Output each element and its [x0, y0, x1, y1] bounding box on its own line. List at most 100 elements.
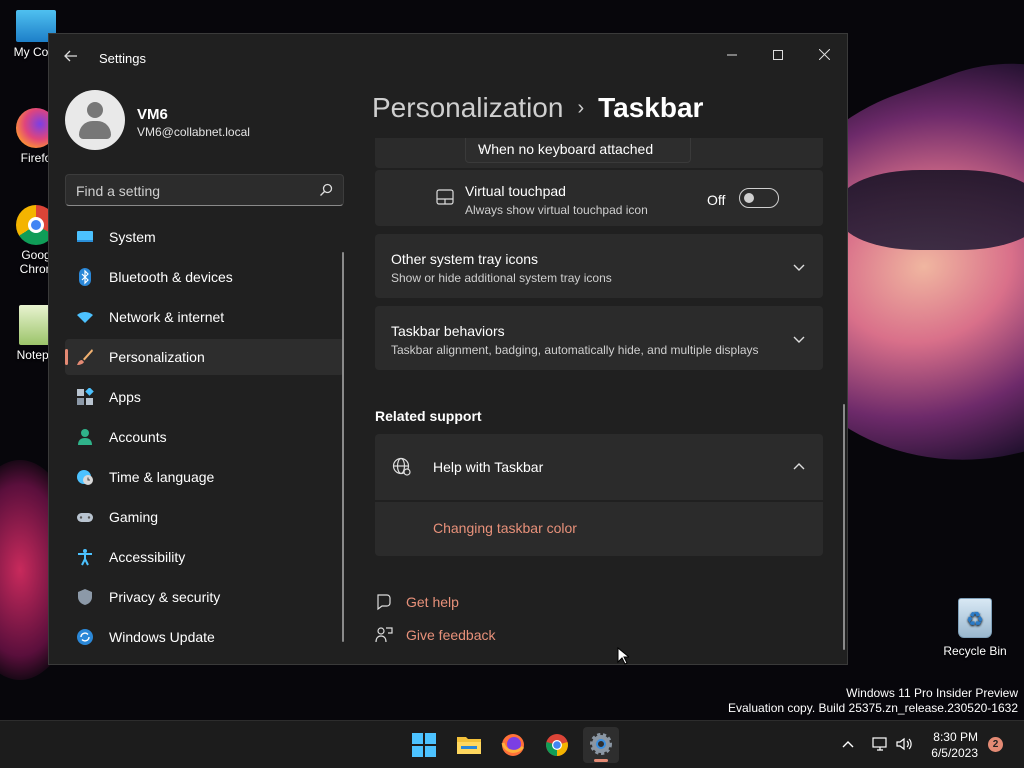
recycle-bin-icon — [958, 598, 992, 638]
sidebar-item-privacy[interactable]: Privacy & security — [65, 579, 344, 615]
other-tray-icons-card[interactable]: Other system tray icons Show or hide add… — [375, 234, 823, 298]
profile-email: VM6@collabnet.local — [137, 125, 250, 139]
system-icon — [77, 231, 93, 242]
desktop-icon-recycle-bin[interactable]: Recycle Bin — [940, 598, 1010, 658]
avatar[interactable] — [65, 90, 125, 150]
touch-keyboard-dropdown[interactable]: When no keyboard attached ⌄ — [465, 138, 691, 163]
sidebar-item-label: Network & internet — [109, 309, 225, 325]
person-icon — [78, 429, 92, 445]
network-icon[interactable] — [872, 736, 888, 752]
sidebar-scrollbar[interactable] — [342, 252, 344, 642]
sidebar-item-accounts[interactable]: Accounts — [65, 419, 344, 455]
chevron-up-icon[interactable] — [793, 461, 805, 473]
other-tray-title: Other system tray icons — [391, 251, 539, 267]
taskbar-behaviors-card[interactable]: Taskbar behaviors Taskbar alignment, bad… — [375, 306, 823, 370]
globe-clock-icon — [77, 470, 93, 485]
breadcrumb: Personalization › Taskbar — [372, 92, 703, 124]
sidebar-item-label: Gaming — [109, 509, 159, 525]
start-button[interactable] — [406, 727, 442, 763]
help-with-taskbar-body: Changing taskbar color — [375, 502, 823, 556]
sidebar-item-network[interactable]: Network & internet — [65, 299, 344, 335]
get-help-link[interactable]: Get help — [406, 594, 459, 610]
sidebar-item-personalization[interactable]: Personalization — [65, 339, 344, 375]
update-icon — [77, 629, 93, 645]
sidebar-item-label: System — [109, 229, 156, 245]
sidebar-item-accessibility[interactable]: Accessibility — [65, 539, 344, 575]
sidebar-item-label: Apps — [109, 389, 141, 405]
close-button[interactable] — [801, 40, 847, 70]
sidebar-item-bluetooth[interactable]: Bluetooth & devices — [65, 259, 344, 295]
virtual-touchpad-toggle[interactable] — [739, 188, 779, 208]
firefox-icon — [501, 734, 525, 756]
volume-icon[interactable] — [896, 736, 912, 752]
sidebar-item-label: Personalization — [109, 349, 205, 365]
changing-taskbar-color-link[interactable]: Changing taskbar color — [433, 520, 577, 536]
maximize-icon — [773, 50, 783, 60]
taskbar-settings[interactable] — [583, 727, 619, 763]
minimize-icon — [727, 54, 737, 56]
file-explorer-icon — [457, 737, 481, 754]
system-clock[interactable]: 8:30 PM 6/5/2023 — [920, 729, 978, 761]
sidebar-item-label: Accessibility — [109, 549, 186, 565]
search-icon[interactable] — [319, 183, 333, 197]
taskbar: 8:30 PM 6/5/2023 2 — [0, 720, 1024, 768]
chevron-up-icon[interactable] — [842, 739, 854, 749]
gamepad-icon — [77, 513, 93, 522]
feedback-icon — [375, 627, 393, 643]
desktop-icon-label: Firefo — [20, 151, 52, 165]
give-feedback-link[interactable]: Give feedback — [406, 627, 496, 643]
taskbar-firefox[interactable] — [495, 727, 531, 763]
toggle-state-label: Off — [707, 192, 726, 208]
minimize-button[interactable] — [709, 40, 755, 70]
taskbar-chrome[interactable] — [539, 727, 575, 763]
window-title: Settings — [99, 51, 146, 66]
active-app-indicator — [594, 759, 608, 762]
sidebar-item-label: Accounts — [109, 429, 167, 445]
sidebar-item-system[interactable]: System — [65, 219, 344, 255]
virtual-touchpad-card: Virtual touchpad Always show virtual tou… — [375, 170, 823, 226]
touchpad-subtitle: Always show virtual touchpad icon — [465, 203, 648, 217]
sidebar-item-time-language[interactable]: Time & language — [65, 459, 344, 495]
search-box[interactable] — [65, 174, 344, 206]
accessibility-icon — [78, 549, 92, 566]
avatar-head-shape — [87, 102, 103, 118]
title-bar[interactable]: Settings — [49, 34, 847, 82]
settings-content: When no keyboard attached ⌄ Virtual touc… — [375, 138, 823, 658]
search-input[interactable] — [76, 182, 306, 200]
globe-icon — [392, 457, 411, 476]
help-title: Help with Taskbar — [433, 459, 544, 475]
sidebar-item-label: Privacy & security — [109, 589, 221, 605]
help-with-taskbar-header[interactable]: Help with Taskbar — [375, 434, 823, 500]
chevron-down-icon[interactable] — [793, 333, 805, 345]
chevron-down-icon[interactable] — [793, 261, 805, 273]
sidebar-item-windows-update[interactable]: Windows Update — [65, 619, 344, 655]
toggle-knob — [744, 193, 754, 203]
sidebar-item-apps[interactable]: Apps — [65, 379, 344, 415]
settings-icon — [590, 733, 612, 755]
behaviors-title: Taskbar behaviors — [391, 323, 505, 339]
notification-badge[interactable]: 2 — [988, 737, 1003, 752]
watermark-line: Windows 11 Pro Insider Preview — [846, 686, 1018, 700]
taskbar-file-explorer[interactable] — [451, 727, 487, 763]
related-support-heading: Related support — [375, 408, 482, 424]
sidebar-item-gaming[interactable]: Gaming — [65, 499, 344, 535]
mouse-cursor-icon — [617, 647, 629, 665]
arrow-left-icon — [64, 50, 77, 62]
content-scrollbar[interactable] — [843, 404, 845, 650]
back-button[interactable] — [63, 48, 83, 68]
behaviors-subtitle: Taskbar alignment, badging, automaticall… — [391, 343, 759, 357]
get-help-icon — [377, 594, 391, 611]
nav-sidebar: System Bluetooth & devices Network & int… — [65, 219, 344, 659]
chrome-icon — [546, 734, 568, 756]
maximize-button[interactable] — [755, 40, 801, 70]
profile-name: VM6 — [137, 106, 168, 123]
bluetooth-icon — [79, 268, 91, 286]
sidebar-item-label: Time & language — [109, 469, 215, 485]
wifi-icon — [77, 311, 93, 323]
shield-icon — [78, 589, 92, 605]
sidebar-item-label: Windows Update — [109, 629, 215, 645]
chevron-down-icon: ⌄ — [478, 142, 487, 153]
breadcrumb-parent[interactable]: Personalization — [372, 92, 563, 123]
apps-icon — [77, 388, 94, 405]
touch-keyboard-card: When no keyboard attached ⌄ — [375, 138, 823, 168]
